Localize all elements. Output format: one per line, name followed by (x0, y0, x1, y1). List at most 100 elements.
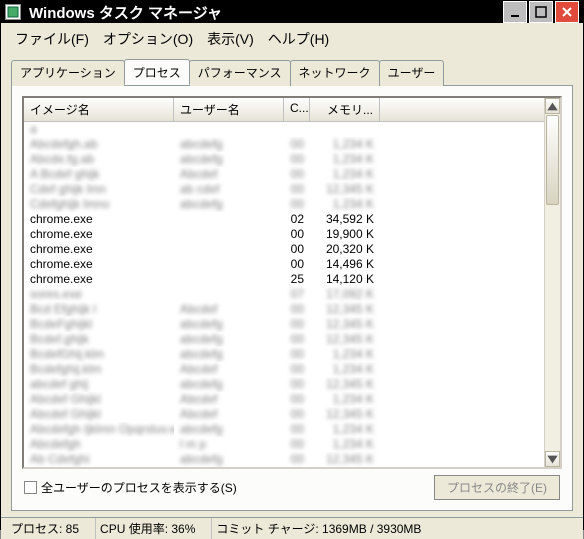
tab-networking[interactable]: ネットワーク (290, 60, 380, 86)
cell-user-name: abcdefg (174, 317, 284, 332)
table-row[interactable]: Abcdefgh Ijklmn Opqrstuv.w xabcdefg001,2… (24, 422, 560, 437)
status-cpu-usage: CPU 使用率: 36% (96, 518, 212, 539)
menu-help[interactable]: ヘルプ(H) (262, 27, 335, 51)
cell-user-name: ab cdef (174, 182, 284, 197)
cell-memory: 1,234 K (310, 362, 380, 377)
table-row[interactable]: sores.exe0717,092 K (24, 287, 560, 302)
cell-user-name: Abcdef (174, 362, 284, 377)
cell-cpu: 00 (284, 347, 310, 362)
table-row[interactable]: Abcdef GhijklAbcdef001,234 K (24, 392, 560, 407)
list-body[interactable]: aAbcdefgh.ababcdefg001,234 KAbcde.fg.aba… (24, 122, 560, 467)
scroll-thumb[interactable] (546, 115, 559, 205)
maximize-button[interactable] (529, 1, 553, 23)
cell-user-name (174, 122, 284, 137)
show-all-users-label: 全ユーザーのプロセスを表示する(S) (41, 479, 237, 496)
status-commit-charge: コミット チャージ: 1369MB / 3930MB (212, 518, 577, 539)
table-row[interactable]: Ab Cdefghiabcdefg0012,345 K (24, 452, 560, 467)
table-row[interactable]: a (24, 122, 560, 137)
tab-panel-processes: イメージ名 ユーザー名 C... メモリ... aAbcdefgh.ababcd… (11, 86, 573, 511)
table-row[interactable]: abcdef ghijabcdefg0012,345 K (24, 377, 560, 392)
tab-processes[interactable]: プロセス (124, 59, 190, 85)
column-user-name[interactable]: ユーザー名 (174, 98, 284, 121)
vertical-scrollbar[interactable] (544, 98, 560, 467)
table-row[interactable]: Abcdefgh.ababcdefg001,234 K (24, 137, 560, 152)
cell-image-name: Abcde.fg.ab (24, 152, 174, 167)
table-row[interactable]: Abcdef GhijklAbcdef0012,345 K (24, 407, 560, 422)
titlebar[interactable]: Windows タスク マネージャ (1, 1, 583, 23)
table-row[interactable]: Bcdef.ghijkabcdefg0012,345 K (24, 332, 560, 347)
column-image-name[interactable]: イメージ名 (24, 98, 174, 121)
app-icon (5, 4, 21, 20)
table-row[interactable]: chrome.exe2514,120 K (24, 272, 560, 287)
cell-memory: 1,234 K (310, 392, 380, 407)
tab-users[interactable]: ユーザー (379, 60, 445, 86)
cell-memory: 12,345 K (310, 302, 380, 317)
task-manager-window: Windows タスク マネージャ ファイル(F) オプション(O) 表示(V)… (0, 0, 584, 530)
table-row[interactable]: Abcde.fg.ababcdefg001,234 K (24, 152, 560, 167)
end-process-button[interactable]: プロセスの終了(E) (434, 475, 560, 500)
cell-image-name: chrome.exe (24, 227, 174, 242)
cell-user-name: abcdefg (174, 452, 284, 467)
cell-user-name (174, 257, 284, 272)
cell-memory: 19,900 K (310, 227, 380, 242)
menu-options[interactable]: オプション(O) (97, 27, 199, 51)
table-row[interactable]: chrome.exe0020,320 K (24, 242, 560, 257)
cell-user-name (174, 242, 284, 257)
table-row[interactable]: Bcdefghij.klmAbcdef001,234 K (24, 362, 560, 377)
cell-image-name: Bcd Efghijk l (24, 302, 174, 317)
table-row[interactable]: Cdef ghijk lmnab cdef0012,345 K (24, 182, 560, 197)
cell-image-name: Ab Cdefghi (24, 452, 174, 467)
show-all-users-checkbox[interactable]: 全ユーザーのプロセスを表示する(S) (24, 479, 237, 496)
process-list[interactable]: イメージ名 ユーザー名 C... メモリ... aAbcdefgh.ababcd… (22, 96, 562, 469)
cell-memory: 12,345 K (310, 377, 380, 392)
menu-view[interactable]: 表示(V) (201, 27, 260, 51)
cell-image-name: chrome.exe (24, 212, 174, 227)
cell-user-name (174, 212, 284, 227)
scroll-down-button[interactable] (545, 451, 560, 467)
table-row[interactable]: chrome.exe0234,592 K (24, 212, 560, 227)
cell-memory (310, 122, 380, 137)
menubar: ファイル(F) オプション(O) 表示(V) ヘルプ(H) (1, 23, 583, 55)
column-memory[interactable]: メモリ... (310, 98, 380, 121)
table-row[interactable]: chrome.exe0019,900 K (24, 227, 560, 242)
cell-cpu: 00 (284, 137, 310, 152)
cell-memory: 14,120 K (310, 272, 380, 287)
cell-image-name: a (24, 122, 174, 137)
window-title: Windows タスク マネージャ (27, 2, 503, 23)
menu-file[interactable]: ファイル(F) (9, 27, 95, 51)
table-row[interactable]: Bcd Efghijk lAbcdef0012,345 K (24, 302, 560, 317)
cell-image-name: sores.exe (24, 287, 174, 302)
cell-user-name (174, 272, 284, 287)
tab-applications[interactable]: アプリケーション (11, 60, 125, 86)
cell-image-name: Cdefghijk lmno (24, 197, 174, 212)
cell-cpu: 00 (284, 422, 310, 437)
cell-user-name: Abcdef (174, 167, 284, 182)
cell-memory: 12,345 K (310, 182, 380, 197)
cell-cpu: 00 (284, 197, 310, 212)
scroll-up-button[interactable] (545, 98, 560, 114)
cell-memory: 12,345 K (310, 407, 380, 422)
cell-memory: 1,234 K (310, 347, 380, 362)
table-row[interactable]: Cdefghijk lmnoabcdefg001,234 K (24, 197, 560, 212)
table-row[interactable]: Abcdefghl m p001,234 K (24, 437, 560, 452)
minimize-button[interactable] (503, 1, 527, 23)
table-row[interactable]: BcdefGhij.klmabcdefg001,234 K (24, 347, 560, 362)
cell-cpu: 00 (284, 452, 310, 467)
cell-image-name: Bcdefghij.klm (24, 362, 174, 377)
cell-image-name: abcdef ghij (24, 377, 174, 392)
tab-performance[interactable]: パフォーマンス (189, 60, 291, 86)
tabs-container: アプリケーション プロセス パフォーマンス ネットワーク ユーザー (1, 55, 583, 86)
cell-memory: 17,092 K (310, 287, 380, 302)
tabs: アプリケーション プロセス パフォーマンス ネットワーク ユーザー (11, 59, 573, 86)
checkbox-box[interactable] (24, 481, 37, 494)
column-cpu[interactable]: C... (284, 98, 310, 121)
cell-image-name: Abcdef Ghijkl (24, 392, 174, 407)
table-row[interactable]: A Bcdef ghijkAbcdef001,234 K (24, 167, 560, 182)
cell-memory: 1,234 K (310, 137, 380, 152)
close-button[interactable] (555, 1, 579, 23)
cell-memory: 1,234 K (310, 422, 380, 437)
cell-memory: 1,234 K (310, 152, 380, 167)
cell-user-name: abcdefg (174, 197, 284, 212)
table-row[interactable]: BcdeFghijklabcdefg0012,345 K (24, 317, 560, 332)
table-row[interactable]: chrome.exe0014,496 K (24, 257, 560, 272)
